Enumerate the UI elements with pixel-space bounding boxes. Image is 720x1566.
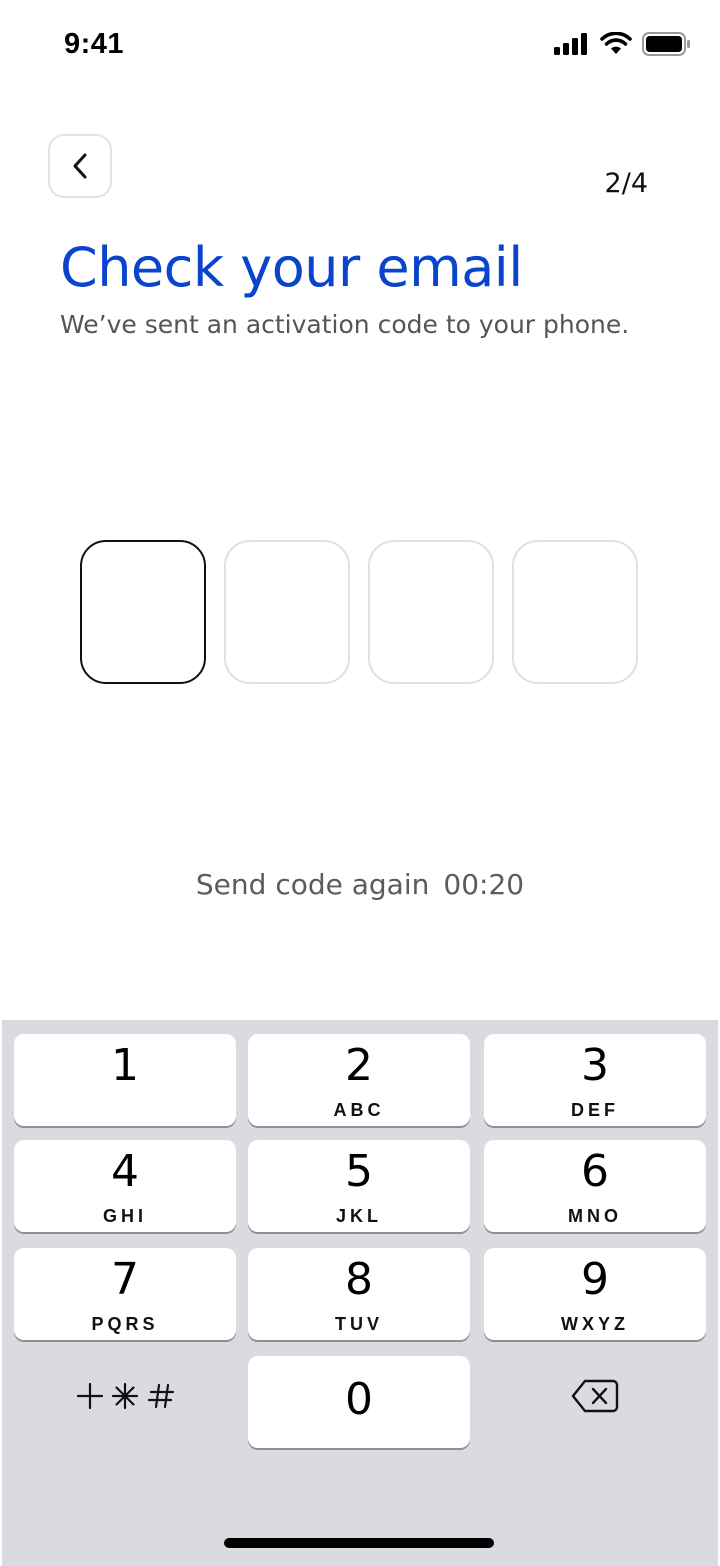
key-number: 6 [581,1146,609,1197]
resend-code-link[interactable]: Send code again [196,868,429,901]
battery-icon [642,32,690,56]
page-title: Check your email [60,236,523,299]
key-number: 8 [345,1254,373,1305]
key-number: 2 [345,1040,373,1091]
page-subtitle: We’ve sent an activation code to your ph… [60,310,630,339]
code-digit-2[interactable] [224,540,350,684]
key-number: 3 [581,1040,609,1091]
code-digit-1[interactable] [80,540,206,684]
key-letters: DEF [571,1100,619,1120]
key-letters: TUV [335,1314,383,1334]
key-number: 7 [111,1254,139,1305]
resend-timer: 00:20 [443,868,525,901]
key-0[interactable]: 0 [248,1356,470,1448]
key-letters: PQRS [91,1314,159,1334]
key-6[interactable]: 6 MNO [484,1140,706,1232]
key-number: 0 [345,1374,373,1425]
key-letters: WXYZ [561,1314,629,1334]
delete-key[interactable] [484,1350,706,1442]
backspace-icon [571,1379,619,1413]
key-number: 5 [345,1146,373,1197]
key-number: 1 [111,1040,139,1091]
key-9[interactable]: 9 WXYZ [484,1248,706,1340]
key-number: 9 [581,1254,609,1305]
chevron-left-icon [73,153,87,179]
key-letters: ABC [333,1100,385,1120]
key-3[interactable]: 3 DEF [484,1034,706,1126]
key-1[interactable]: 1 [14,1034,236,1126]
resend-row: Send code again 00:20 [0,868,720,901]
code-digit-3[interactable] [368,540,494,684]
key-number: 4 [111,1146,139,1197]
key-7[interactable]: 7 PQRS [14,1248,236,1340]
code-input-row [80,540,638,684]
key-letters: JKL [335,1206,382,1226]
key-8[interactable]: 8 TUV [248,1248,470,1340]
key-letters: MNO [568,1206,622,1226]
key-2[interactable]: 2 ABC [248,1034,470,1126]
status-icons [554,32,690,56]
symbols-key[interactable] [14,1350,236,1442]
step-indicator: 2/4 [604,168,648,199]
home-indicator[interactable] [224,1538,494,1548]
wifi-icon [600,32,632,54]
key-5[interactable]: 5 JKL [248,1140,470,1232]
plus-star-hash-icon [76,1382,175,1410]
back-button[interactable] [48,134,112,198]
key-4[interactable]: 4 GHI [14,1140,236,1232]
cellular-signal-icon [554,33,587,55]
code-digit-4[interactable] [512,540,638,684]
status-time: 9:41 [64,28,125,60]
key-letters: GHI [102,1206,147,1226]
numeric-keypad: 1 2 ABC 3 DEF 4 GHI 5 JKL 6 MNO 7 PQRS 8… [2,1020,718,1566]
